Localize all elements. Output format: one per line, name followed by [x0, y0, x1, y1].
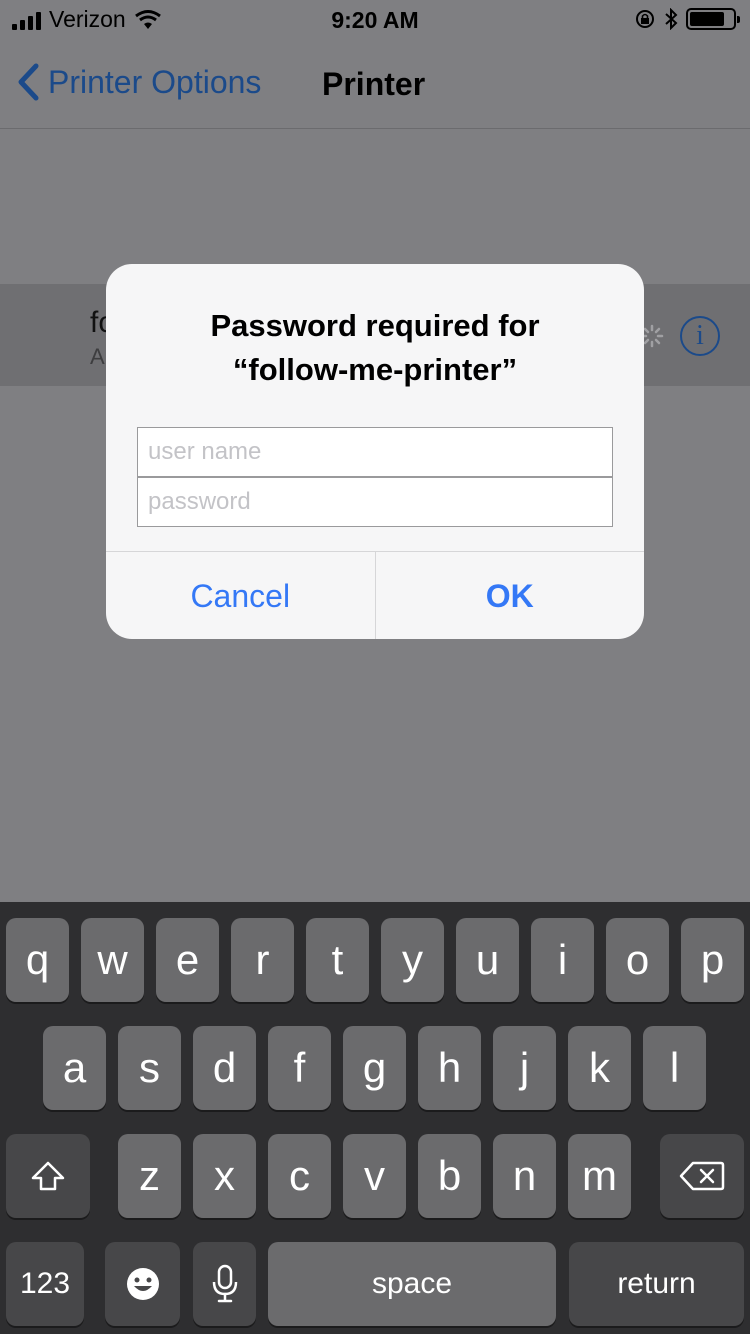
- bluetooth-icon: [665, 8, 678, 30]
- numbers-key[interactable]: 123: [6, 1242, 84, 1326]
- emoji-key[interactable]: [105, 1242, 180, 1326]
- key-t[interactable]: t: [306, 918, 369, 1002]
- chevron-left-icon: [18, 63, 39, 101]
- key-b[interactable]: b: [418, 1134, 481, 1218]
- info-icon[interactable]: i: [680, 316, 720, 356]
- page-title: Printer: [322, 66, 426, 102]
- cancel-button[interactable]: Cancel: [106, 552, 375, 639]
- username-field[interactable]: [137, 427, 613, 477]
- key-p[interactable]: p: [681, 918, 744, 1002]
- alert-title-line2: “follow-me-printer”: [232, 352, 518, 387]
- key-r[interactable]: r: [231, 918, 294, 1002]
- key-l[interactable]: l: [643, 1026, 706, 1110]
- key-k[interactable]: k: [568, 1026, 631, 1110]
- key-a[interactable]: a: [43, 1026, 106, 1110]
- alert-title-line1: Password required for: [210, 308, 540, 343]
- battery-icon: [686, 8, 740, 30]
- key-f[interactable]: f: [268, 1026, 331, 1110]
- alert-actions: Cancel OK: [106, 551, 644, 639]
- key-c[interactable]: c: [268, 1134, 331, 1218]
- password-alert: Password required for “follow-me-printer…: [106, 264, 644, 639]
- backspace-icon: [679, 1161, 725, 1191]
- microphone-icon: [212, 1264, 237, 1303]
- shift-key[interactable]: [6, 1134, 90, 1218]
- key-o[interactable]: o: [606, 918, 669, 1002]
- key-z[interactable]: z: [118, 1134, 181, 1218]
- key-i[interactable]: i: [531, 918, 594, 1002]
- return-key[interactable]: return: [569, 1242, 744, 1326]
- dictation-key[interactable]: [193, 1242, 256, 1326]
- back-label: Printer Options: [48, 63, 262, 100]
- navigation-bar: Printer Options Printer: [0, 40, 750, 129]
- key-h[interactable]: h: [418, 1026, 481, 1110]
- key-g[interactable]: g: [343, 1026, 406, 1110]
- status-right: [634, 8, 740, 30]
- key-d[interactable]: d: [193, 1026, 256, 1110]
- key-n[interactable]: n: [493, 1134, 556, 1218]
- key-j[interactable]: j: [493, 1026, 556, 1110]
- key-m[interactable]: m: [568, 1134, 631, 1218]
- key-u[interactable]: u: [456, 918, 519, 1002]
- space-key[interactable]: space: [268, 1242, 556, 1326]
- key-q[interactable]: q: [6, 918, 69, 1002]
- printer-subtitle: A: [90, 344, 105, 369]
- delete-key[interactable]: [660, 1134, 744, 1218]
- emoji-icon: [126, 1268, 159, 1300]
- key-v[interactable]: v: [343, 1134, 406, 1218]
- shift-icon: [31, 1161, 65, 1191]
- keyboard: q w e r t y u i o p a s d f g h j k l z …: [0, 902, 750, 1334]
- key-y[interactable]: y: [381, 918, 444, 1002]
- key-w[interactable]: w: [81, 918, 144, 1002]
- key-x[interactable]: x: [193, 1134, 256, 1218]
- password-field[interactable]: [137, 477, 613, 527]
- password-input[interactable]: [138, 478, 612, 526]
- key-s[interactable]: s: [118, 1026, 181, 1110]
- username-input[interactable]: [138, 428, 612, 476]
- ok-button[interactable]: OK: [374, 552, 645, 639]
- alert-title: Password required for “follow-me-printer…: [126, 304, 624, 392]
- back-button[interactable]: Printer Options: [16, 62, 261, 102]
- rotation-lock-icon: [636, 10, 654, 28]
- status-bar: Verizon 9:20 AM: [0, 0, 750, 40]
- key-e[interactable]: e: [156, 918, 219, 1002]
